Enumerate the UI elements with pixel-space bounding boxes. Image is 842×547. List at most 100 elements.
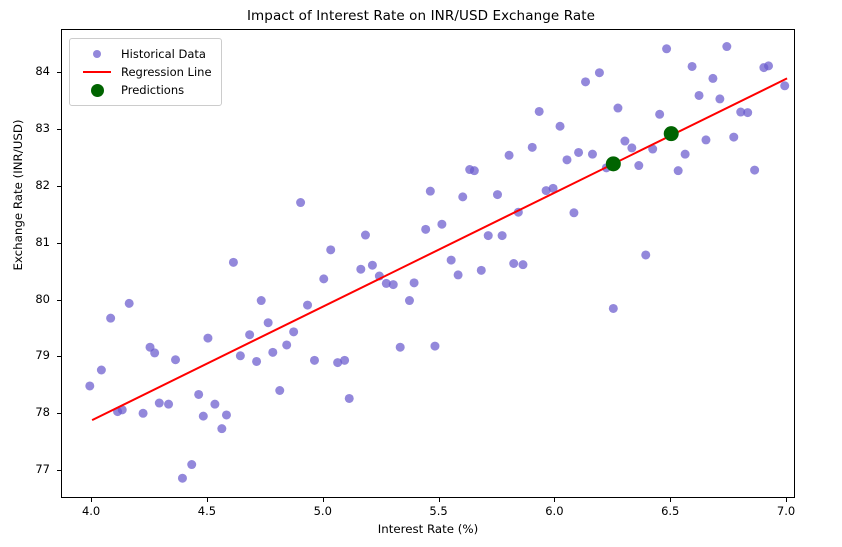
x-tick (91, 498, 93, 502)
data-point (106, 313, 116, 323)
data-point (245, 330, 255, 340)
legend-item-historical-data: Historical Data (77, 45, 212, 63)
data-point (453, 270, 463, 280)
data-point (367, 260, 377, 270)
data-point (534, 106, 544, 116)
data-point (150, 348, 160, 358)
data-point (437, 219, 447, 229)
data-point (750, 165, 760, 175)
y-tick (57, 356, 61, 358)
x-tick-label: 5.5 (429, 504, 448, 518)
data-point (701, 135, 711, 145)
y-tick-label: 79 (35, 348, 50, 363)
data-point (569, 208, 579, 218)
y-tick-label: 84 (35, 63, 50, 78)
y-tick (57, 128, 61, 130)
x-tick-label: 4.5 (197, 504, 217, 518)
prediction-point (663, 126, 679, 142)
data-point (509, 259, 519, 268)
data-point (662, 44, 672, 54)
data-point (764, 61, 774, 71)
data-point (641, 250, 651, 260)
x-tick (322, 498, 324, 502)
data-point (319, 274, 329, 284)
data-point (421, 224, 431, 234)
x-tick-label: 4.0 (81, 504, 101, 518)
data-point (687, 61, 697, 71)
y-tick-label: 80 (35, 291, 50, 306)
data-point (594, 68, 604, 78)
y-tick-label: 78 (35, 405, 50, 420)
data-point (587, 149, 597, 159)
data-point (187, 460, 197, 470)
y-tick (57, 299, 61, 301)
legend-label-regression-line: Regression Line (121, 65, 212, 79)
data-point (252, 356, 262, 366)
data-point (395, 342, 405, 352)
data-point (708, 73, 718, 83)
data-point (309, 355, 319, 365)
data-point (85, 381, 95, 391)
data-point (404, 296, 414, 306)
data-point (581, 77, 591, 87)
x-tick (786, 498, 788, 502)
data-point (210, 399, 220, 409)
data-point (360, 230, 370, 240)
data-point (694, 90, 704, 100)
data-point (268, 347, 278, 357)
data-point (296, 198, 306, 208)
data-point (458, 192, 468, 202)
x-axis-label: Interest Rate (%) (377, 522, 479, 536)
data-point (303, 300, 313, 310)
y-tick (57, 413, 61, 415)
data-point (527, 142, 537, 152)
data-point (620, 136, 630, 146)
x-tick (206, 498, 208, 502)
historical-data-marker-icon (77, 50, 117, 58)
legend-item-regression-line: Regression Line (77, 63, 212, 81)
y-tick-label: 82 (35, 177, 50, 192)
data-point (722, 42, 732, 52)
series-regression-line (91, 77, 788, 422)
x-tick-label: 6.5 (661, 504, 680, 518)
y-tick (57, 470, 61, 472)
data-point (627, 143, 637, 153)
data-point (562, 155, 572, 165)
prediction-point (605, 156, 621, 172)
series-historical-data (85, 42, 790, 483)
data-point (655, 109, 665, 119)
data-point (344, 393, 354, 403)
x-tick (438, 498, 440, 502)
data-point (96, 365, 106, 375)
chart-legend: Historical Data Regression Line Predicti… (69, 38, 222, 106)
data-point (715, 94, 725, 104)
x-tick-label: 6.0 (545, 504, 564, 518)
data-point (574, 147, 584, 157)
data-point (446, 255, 456, 265)
data-point (729, 132, 739, 142)
data-point (608, 303, 618, 313)
data-point (476, 265, 486, 275)
data-point (154, 398, 164, 408)
x-tick-label: 7.0 (776, 504, 796, 518)
data-point (356, 264, 366, 274)
data-point (409, 278, 419, 288)
y-tick-label: 81 (35, 234, 50, 249)
data-point (198, 411, 208, 421)
data-point (221, 410, 231, 420)
data-point (256, 296, 266, 306)
data-point (555, 121, 565, 131)
data-point (177, 473, 187, 483)
predictions-marker-icon (77, 83, 117, 97)
data-point (203, 333, 213, 343)
data-point (263, 318, 273, 328)
x-tick-label: 5.0 (313, 504, 332, 518)
data-point (425, 186, 435, 196)
data-point (780, 81, 790, 91)
data-point (743, 108, 753, 118)
data-point (326, 245, 336, 255)
data-point (469, 166, 479, 176)
data-point (275, 386, 285, 395)
legend-label-historical-data: Historical Data (121, 47, 206, 61)
chart-figure: Impact of Interest Rate on INR/USD Excha… (0, 0, 842, 547)
